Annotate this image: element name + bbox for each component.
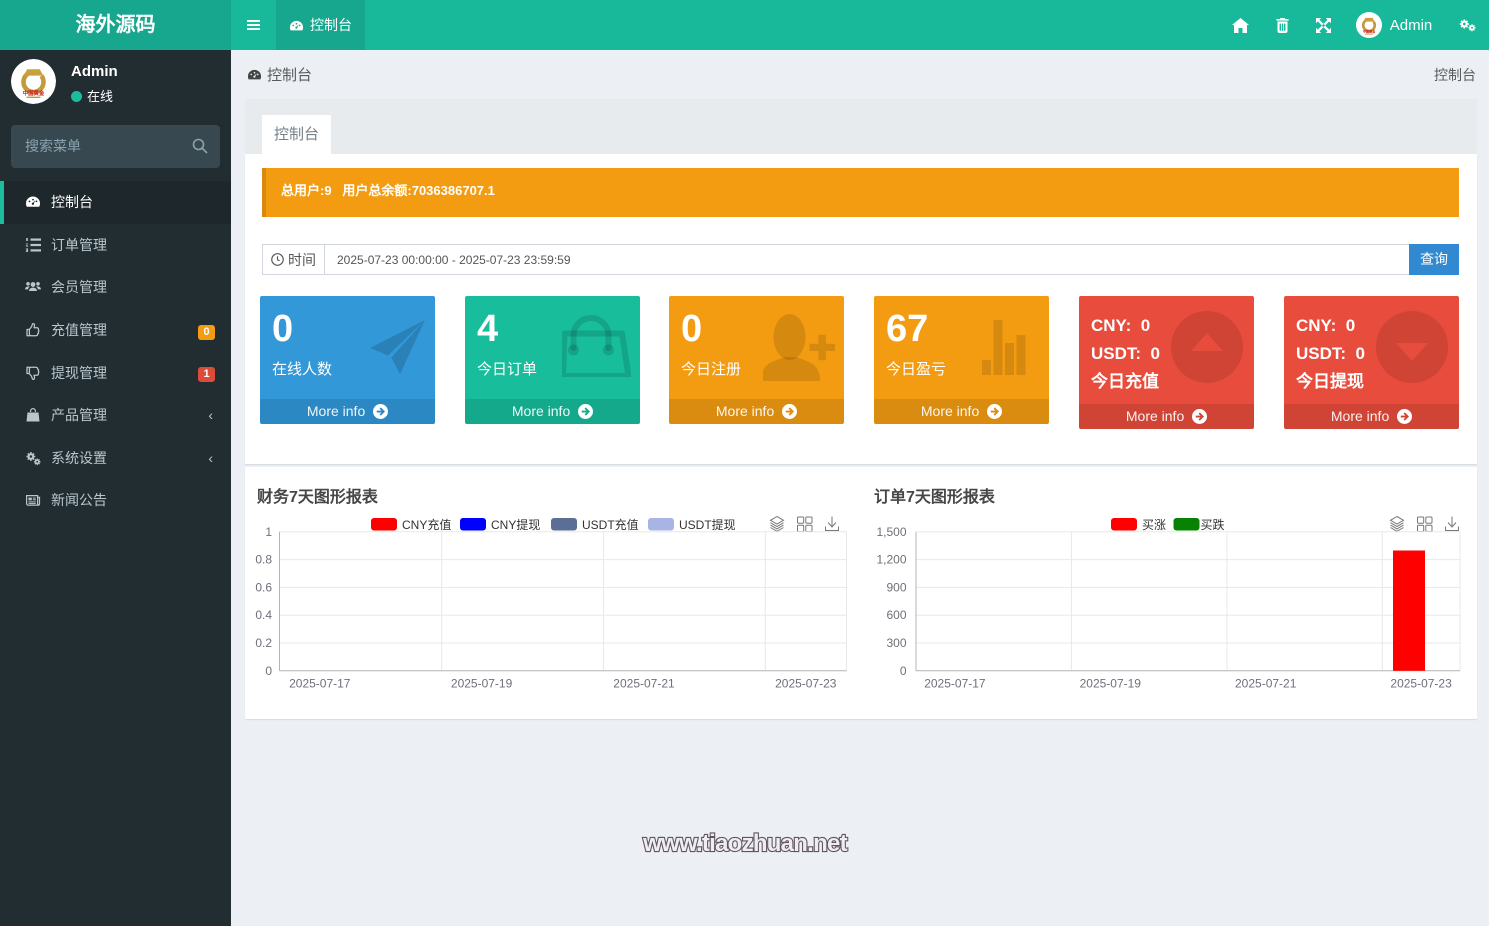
svg-text:2025-07-17: 2025-07-17 [289, 677, 351, 691]
svg-text:财务7天图形报表: 财务7天图形报表 [256, 487, 379, 506]
svg-text:USDT充值: USDT充值 [582, 517, 639, 532]
svg-text:2025-07-19: 2025-07-19 [451, 677, 513, 691]
svg-text:1: 1 [265, 525, 272, 539]
svg-text:订单7天图形报表: 订单7天图形报表 [874, 487, 996, 506]
svg-text:1,200: 1,200 [876, 553, 906, 567]
svg-text:600: 600 [886, 608, 906, 622]
svg-text:CNY提现: CNY提现 [491, 517, 540, 532]
svg-text:2025-07-21: 2025-07-21 [613, 677, 675, 691]
svg-text:300: 300 [886, 636, 906, 650]
svg-text:USDT提现: USDT提现 [679, 517, 736, 532]
svg-text:中国黄金: 中国黄金 [23, 89, 45, 97]
svg-text:2025-07-17: 2025-07-17 [924, 677, 986, 691]
svg-text:买涨: 买涨 [1142, 517, 1166, 532]
svg-text:1,500: 1,500 [876, 525, 906, 539]
svg-text:www.tiaozhuan.net: www.tiaozhuan.net [642, 830, 847, 857]
svg-text:CNY充值: CNY充值 [402, 517, 451, 532]
svg-text:中国黄金: 中国黄金 [1363, 29, 1376, 34]
svg-text:0: 0 [900, 664, 907, 678]
svg-text:2025-07-19: 2025-07-19 [1080, 677, 1142, 691]
svg-text:900: 900 [886, 580, 906, 594]
svg-text:买跌: 买跌 [1201, 517, 1225, 532]
svg-text:0.2: 0.2 [255, 636, 272, 650]
svg-text:2025-07-23: 2025-07-23 [775, 677, 837, 691]
svg-text:2025-07-23: 2025-07-23 [1390, 677, 1452, 691]
svg-text:0.6: 0.6 [255, 580, 272, 594]
svg-text:0.8: 0.8 [255, 553, 272, 567]
svg-text:2025-07-21: 2025-07-21 [1235, 677, 1297, 691]
svg-text:0.4: 0.4 [255, 608, 272, 622]
svg-text:0: 0 [265, 664, 272, 678]
